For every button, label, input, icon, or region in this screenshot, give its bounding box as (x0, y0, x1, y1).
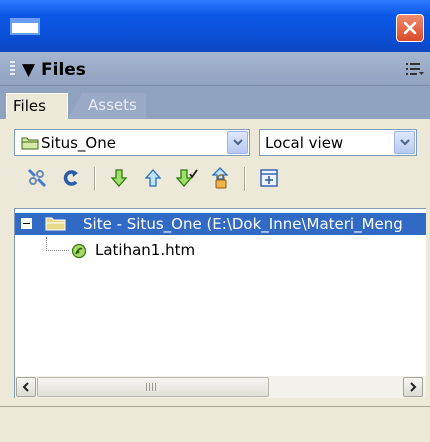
chevron-down-icon (399, 139, 410, 146)
put-files-icon (144, 169, 162, 187)
view-dropdown-button[interactable] (394, 131, 415, 154)
horizontal-scrollbar[interactable] (14, 376, 426, 398)
file-tree[interactable]: Site - Situs_One (E:\Dok_Inne\Materi_Men… (14, 208, 426, 376)
check-out-button[interactable] (174, 164, 200, 192)
put-files-button[interactable] (140, 164, 166, 192)
connect-icon (27, 168, 47, 188)
scroll-left-button[interactable] (16, 377, 36, 397)
refresh-button[interactable] (58, 164, 84, 192)
tree-connector (46, 237, 69, 251)
site-label: Site - Situs_One (E:\Dok_Inne\Materi_Men… (83, 215, 403, 233)
window-icon (10, 18, 40, 35)
toolbar-separator (94, 167, 96, 191)
close-button[interactable] (396, 14, 424, 42)
status-bar (0, 406, 430, 442)
panel-header[interactable]: ▼ Files (0, 52, 430, 86)
arrow-left-icon (22, 382, 29, 392)
drag-grip[interactable] (10, 61, 15, 77)
site-select[interactable]: Situs_One (14, 129, 250, 156)
options-menu-icon[interactable] (406, 62, 424, 76)
tree-row-file[interactable]: Latihan1.htm (15, 237, 415, 261)
title-bar (0, 0, 430, 52)
chevron-down-icon (232, 139, 243, 146)
toolbar (0, 160, 430, 198)
check-in-icon (211, 167, 229, 189)
tab-assets[interactable]: Assets (68, 93, 146, 119)
connect-button[interactable] (24, 164, 50, 192)
arrow-right-icon (410, 382, 417, 392)
site-dropdown-button[interactable] (227, 131, 248, 154)
get-files-icon (110, 169, 128, 187)
scroll-thumb[interactable] (37, 377, 269, 397)
panel-title[interactable]: ▼ Files (22, 60, 86, 80)
expand-button[interactable] (256, 164, 282, 192)
collapse-minus-icon[interactable] (21, 218, 32, 229)
view-select-value: Local view (265, 134, 344, 152)
file-label: Latihan1.htm (95, 241, 196, 259)
html-file-icon (71, 243, 87, 259)
check-in-button[interactable] (208, 164, 234, 192)
collapse-arrow-icon: ▼ (22, 60, 36, 80)
tree-row-site[interactable]: Site - Situs_One (E:\Dok_Inne\Materi_Men… (15, 213, 426, 235)
toolbar-separator (244, 167, 246, 191)
check-out-icon (176, 169, 198, 187)
view-select[interactable]: Local view (259, 129, 417, 156)
site-select-value: Situs_One (41, 134, 116, 152)
site-folder-icon (45, 217, 66, 231)
get-files-button[interactable] (106, 164, 132, 192)
scroll-grip (146, 383, 156, 391)
panel-title-label: Files (41, 60, 86, 80)
tab-files[interactable]: Files (6, 93, 68, 119)
tab-bar: Files Assets (0, 86, 430, 119)
folder-icon (21, 137, 39, 150)
expand-icon (260, 169, 278, 187)
refresh-icon (63, 170, 78, 186)
close-icon (403, 21, 417, 35)
scroll-right-button[interactable] (403, 377, 423, 397)
